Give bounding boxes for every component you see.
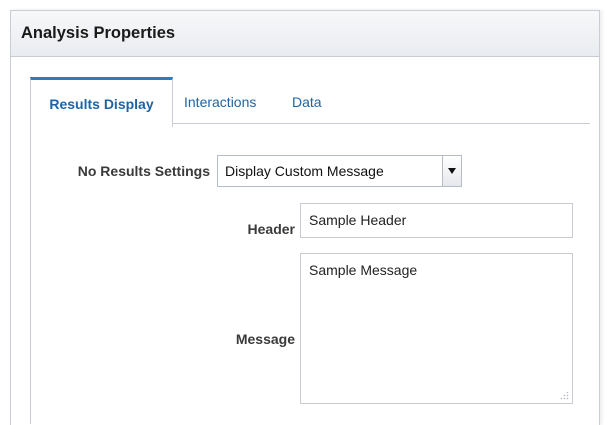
message-text: Sample Message	[309, 262, 418, 278]
tab-results-display[interactable]: Results Display	[30, 77, 173, 127]
message-textarea[interactable]: Sample Message	[300, 253, 573, 404]
dialog-titlebar: Analysis Properties	[11, 11, 599, 57]
resize-grip-icon[interactable]	[559, 390, 569, 400]
chevron-down-icon[interactable]	[442, 156, 461, 186]
tab-bar: Results Display Interactions Data	[30, 77, 590, 127]
no-results-settings-select[interactable]: Display Custom Message	[217, 155, 462, 187]
header-label: Header	[247, 221, 295, 237]
no-results-settings-value: Display Custom Message	[225, 163, 384, 179]
header-input[interactable]: Sample Header	[300, 203, 573, 238]
dialog-title: Analysis Properties	[21, 24, 176, 42]
panel-border	[30, 124, 31, 424]
no-results-settings-label: No Results Settings	[77, 163, 210, 179]
message-label: Message	[235, 331, 295, 347]
tab-interactions[interactable]: Interactions	[184, 80, 256, 123]
tab-data[interactable]: Data	[292, 80, 322, 123]
